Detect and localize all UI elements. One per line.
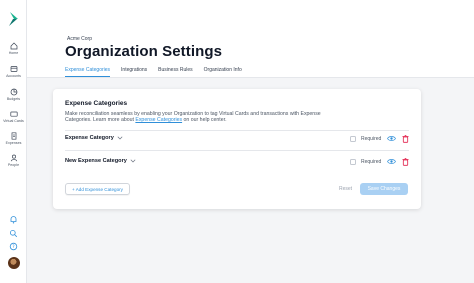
avatar[interactable] — [8, 257, 20, 269]
chevron-down-icon — [130, 159, 136, 163]
save-changes-button[interactable]: Save Changes — [360, 183, 408, 195]
breadcrumb[interactable]: Acme Corp — [67, 36, 92, 42]
people-icon — [10, 154, 17, 162]
required-checkbox[interactable] — [350, 159, 356, 165]
sidebar-item-label: Expenses — [5, 141, 22, 145]
sidebar-item-virtual-cards[interactable]: Virtual Cards — [0, 110, 27, 130]
expense-categories-card: Expense Categories Make reconciliation s… — [53, 89, 421, 209]
sidebar-item-label: Budgets — [6, 97, 21, 101]
expenses-icon — [11, 132, 16, 140]
virtual-cards-icon — [9, 111, 18, 117]
page-title: Organization Settings — [65, 43, 223, 60]
sidebar-item-accounts[interactable]: Accounts — [0, 65, 27, 85]
brand-logo-icon[interactable] — [7, 12, 20, 26]
sidebar-item-people[interactable]: People — [0, 154, 27, 174]
description-text-end: on our help center. — [182, 117, 227, 124]
eye-icon[interactable] — [387, 158, 396, 165]
category-row: New Expense Category Required — [65, 155, 409, 169]
sidebar: Home Accounts Budgets Virtual Cards Expe… — [0, 0, 27, 283]
category-name: Expense Category — [65, 135, 114, 141]
help-icon[interactable]: ? — [9, 238, 18, 251]
trash-icon[interactable] — [402, 135, 409, 143]
add-expense-category-button[interactable]: + Add Expense Category — [65, 183, 130, 195]
reset-button[interactable]: Reset — [339, 186, 352, 192]
required-label: Required — [361, 136, 382, 142]
sidebar-item-label: Virtual Cards — [3, 119, 24, 123]
page-header: Acme Corp Organization Settings Expense … — [27, 0, 474, 78]
required-label: Required — [361, 159, 382, 165]
divider — [65, 150, 409, 151]
chevron-down-icon — [117, 136, 123, 140]
eye-icon[interactable] — [387, 135, 396, 142]
sidebar-item-home[interactable]: Home — [0, 42, 27, 62]
category-dropdown[interactable]: Expense Category — [65, 135, 123, 141]
required-checkbox[interactable] — [350, 136, 356, 142]
search-icon[interactable] — [9, 225, 18, 238]
divider — [65, 130, 409, 131]
sidebar-item-label: Home — [8, 51, 19, 55]
card-title: Expense Categories — [65, 100, 128, 107]
sidebar-item-expenses[interactable]: Expenses — [0, 132, 27, 152]
category-name: New Expense Category — [65, 158, 127, 164]
category-dropdown[interactable]: New Expense Category — [65, 158, 136, 164]
settings-tabs: Expense Categories Integrations Business… — [65, 66, 253, 78]
tab-integrations[interactable]: Integrations — [121, 66, 147, 77]
sidebar-item-budgets[interactable]: Budgets — [0, 88, 27, 108]
budgets-icon — [10, 88, 17, 96]
category-row: Expense Category Required — [65, 132, 409, 146]
help-center-link[interactable]: Expense Categories — [135, 117, 182, 123]
accounts-icon — [10, 66, 17, 72]
sidebar-item-label: Accounts — [6, 74, 21, 78]
sidebar-item-label: People — [7, 163, 20, 167]
tab-business-rules[interactable]: Business Rules — [158, 66, 192, 77]
trash-icon[interactable] — [402, 158, 409, 166]
home-icon — [10, 42, 17, 50]
tab-expense-categories[interactable]: Expense Categories — [65, 66, 111, 77]
card-description: Make reconciliation seamless by enabling… — [65, 111, 335, 124]
bell-icon[interactable] — [9, 211, 18, 224]
tab-organization-info[interactable]: Organization Info — [204, 66, 242, 77]
